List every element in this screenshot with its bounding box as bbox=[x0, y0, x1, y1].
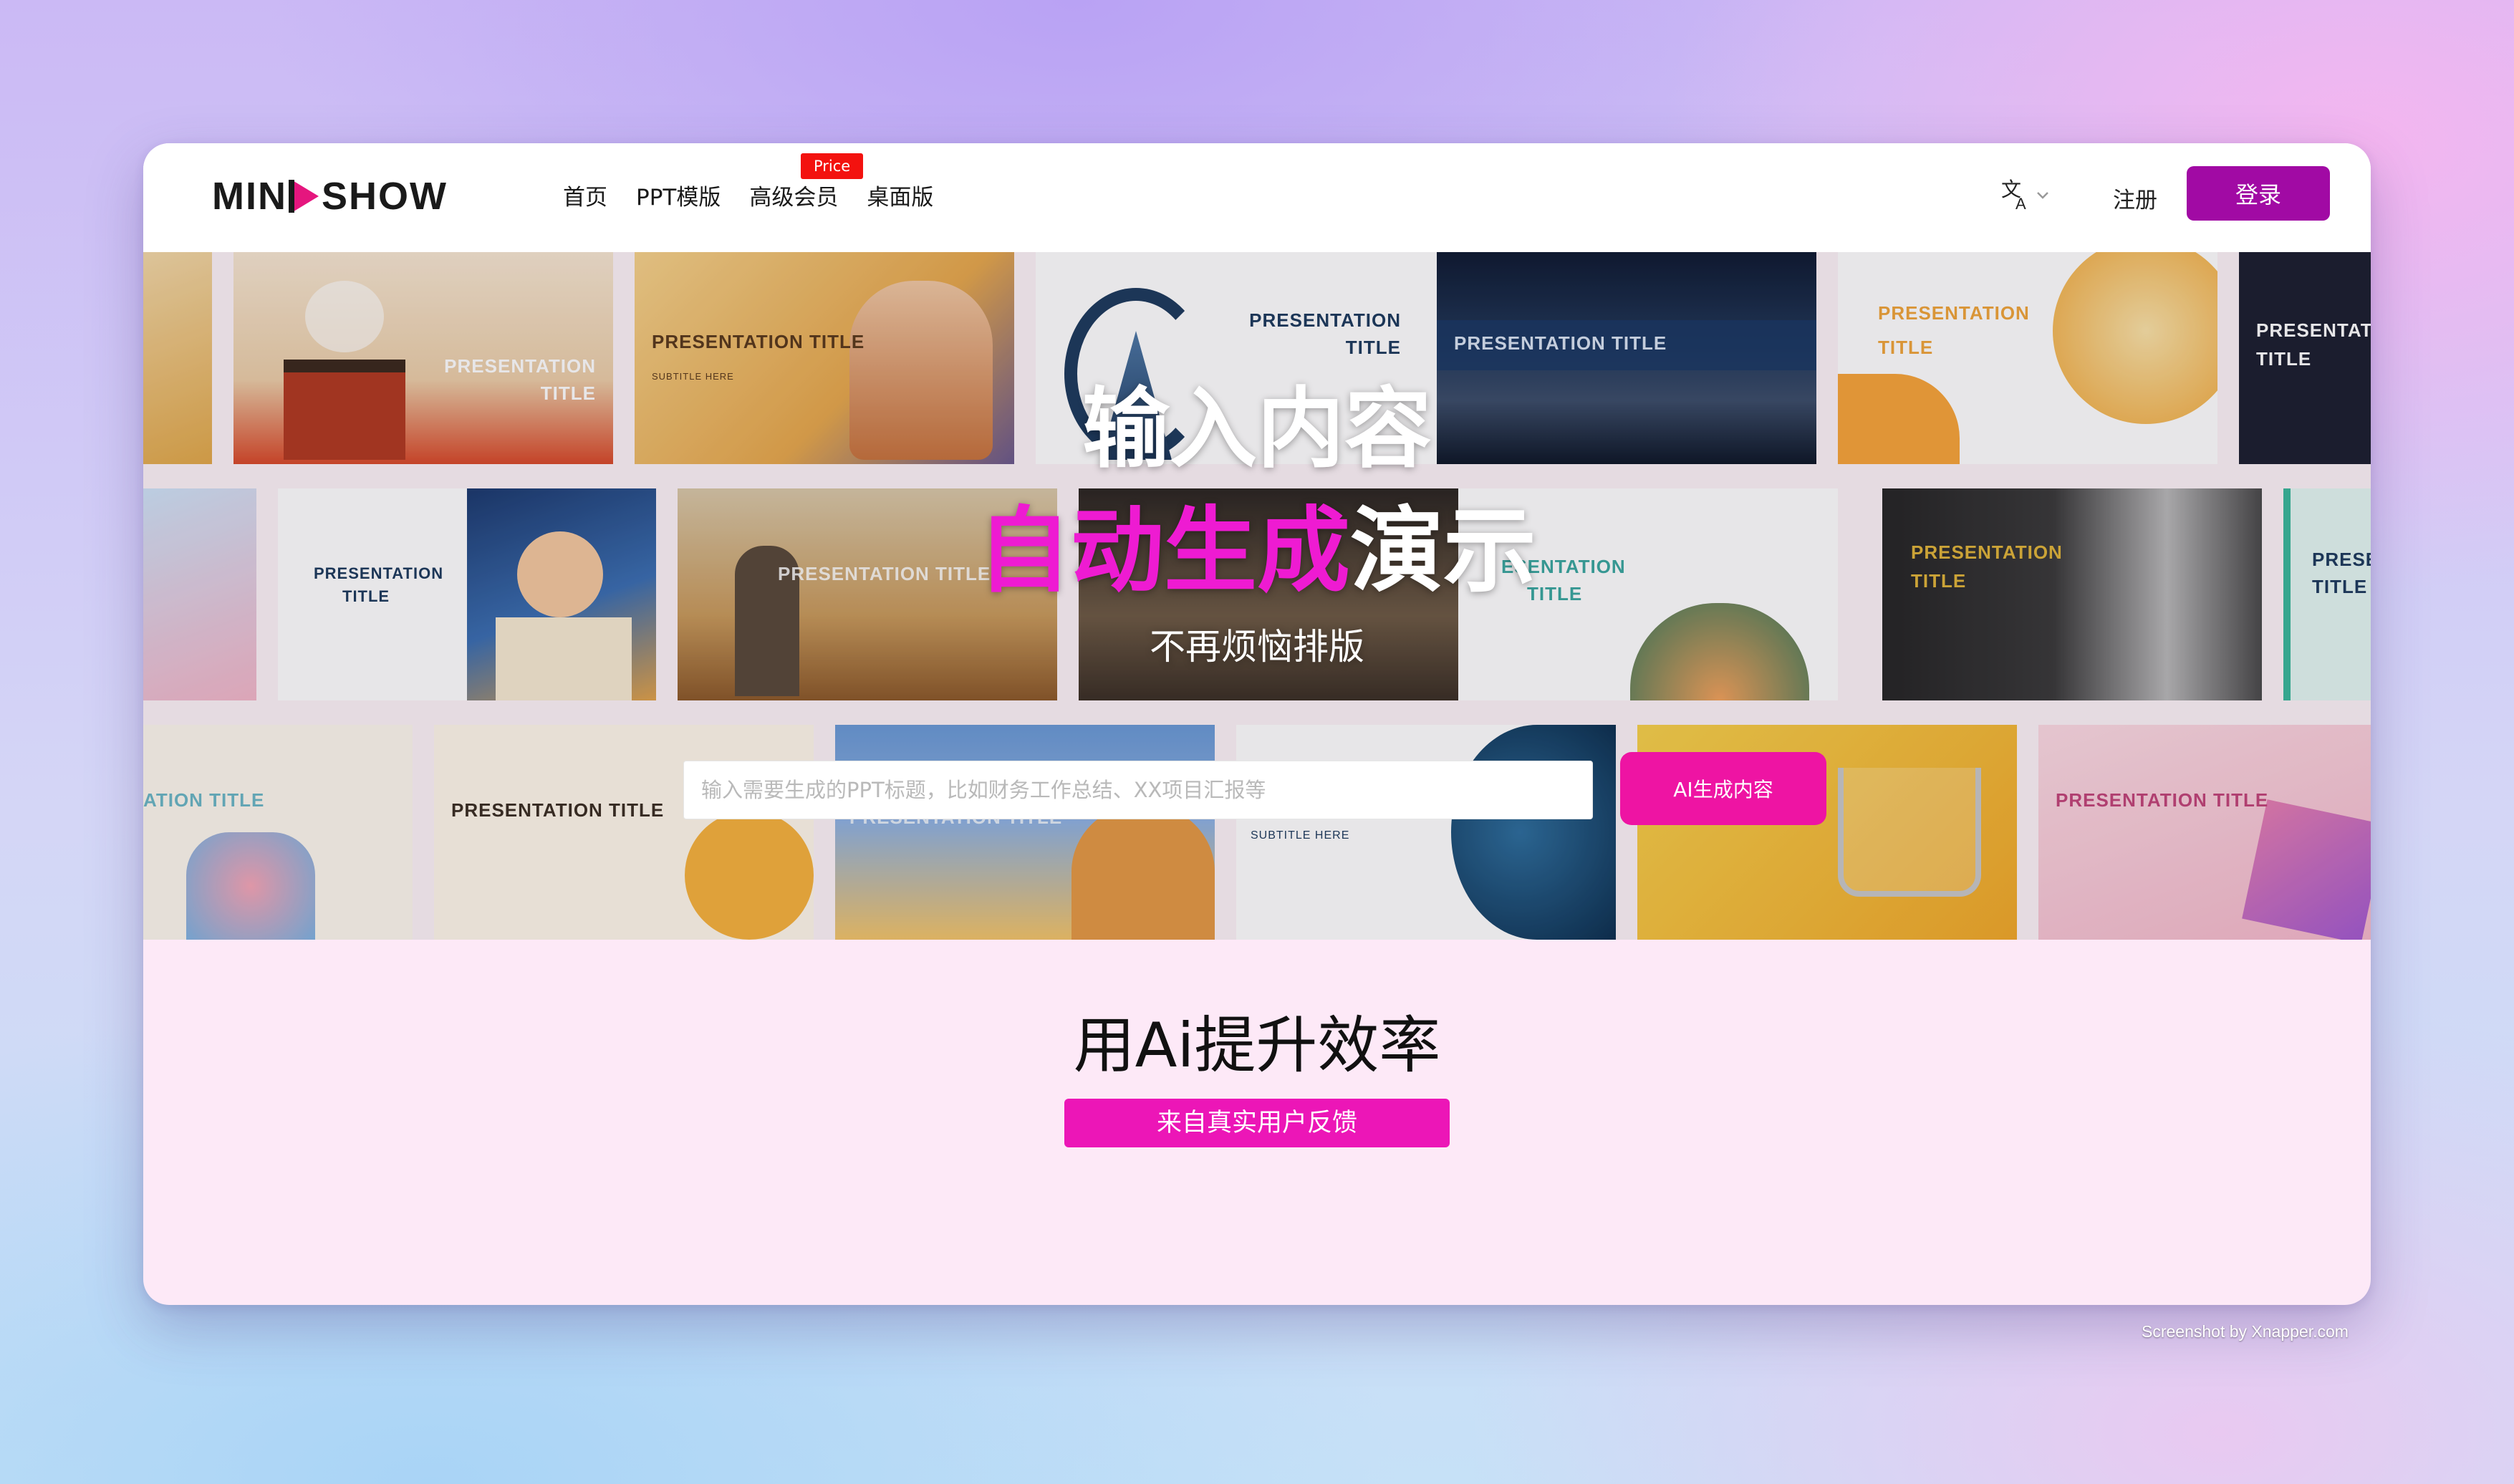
ai-generate-button[interactable]: AI生成内容 bbox=[1620, 752, 1826, 825]
template-thumbnail[interactable]: PRESENTATION TITLE bbox=[434, 725, 814, 940]
main-menu: 首页 PPT模版 高级会员 桌面版 bbox=[563, 176, 933, 219]
logo-text-left: MIN bbox=[212, 175, 287, 218]
hero-subheadline: 不再烦恼排版 bbox=[1150, 626, 1364, 668]
hero-headline-line1: 输入内容 bbox=[1082, 378, 1432, 480]
login-button[interactable]: 登录 bbox=[2187, 166, 2330, 221]
nav-item-premium[interactable]: 高级会员 bbox=[749, 176, 838, 219]
nav-item-home[interactable]: 首页 bbox=[563, 176, 607, 219]
svg-text:A: A bbox=[2015, 195, 2026, 212]
chevron-down-icon bbox=[2037, 192, 2048, 199]
hero-headline-line2: 自动生成演示 bbox=[143, 497, 2371, 604]
language-switcher[interactable]: 文 A bbox=[2000, 178, 2050, 212]
translate-icon: 文 A bbox=[2001, 178, 2026, 212]
mindshow-logo[interactable]: MIN SHOW bbox=[212, 173, 448, 219]
hero-highlight-text: 自动生成 bbox=[977, 496, 1350, 605]
nav-item-desktop[interactable]: 桌面版 bbox=[867, 176, 933, 219]
play-icon bbox=[288, 180, 319, 213]
logo-text-right: SHOW bbox=[321, 175, 448, 218]
hero-headline-line2-rest: 演示 bbox=[1350, 496, 1537, 605]
template-thumbnail[interactable]: PRESENTATION TITLE bbox=[2038, 725, 2371, 940]
template-thumbnail[interactable]: ATION TITLE bbox=[143, 725, 413, 940]
register-link[interactable]: 注册 bbox=[2113, 179, 2157, 222]
template-thumbnail[interactable]: SUBTITLE HERE bbox=[1236, 725, 1616, 940]
section-title: 用Ai提升效率 bbox=[1073, 1010, 1441, 1081]
browser-window: MIN SHOW 首页 PPT模版 高级会员 桌面版 Price 文 A 注册 … bbox=[143, 143, 2371, 1305]
top-navbar: MIN SHOW 首页 PPT模版 高级会员 桌面版 Price 文 A 注册 … bbox=[143, 143, 2371, 252]
ppt-topic-input[interactable] bbox=[683, 761, 1593, 819]
screenshot-credit: Screenshot by Xnapper.com bbox=[2142, 1322, 2349, 1341]
price-badge: Price bbox=[801, 153, 864, 179]
user-feedback-label: 来自真实用户反馈 bbox=[1064, 1099, 1450, 1147]
nav-item-ppt-templates[interactable]: PPT模版 bbox=[636, 176, 721, 219]
template-thumbnail[interactable]: PRESENTATION TITLE bbox=[835, 725, 1215, 940]
hero-banner: PRESENTATION TITLE PRESENTATION TITLE SU… bbox=[143, 252, 2371, 940]
